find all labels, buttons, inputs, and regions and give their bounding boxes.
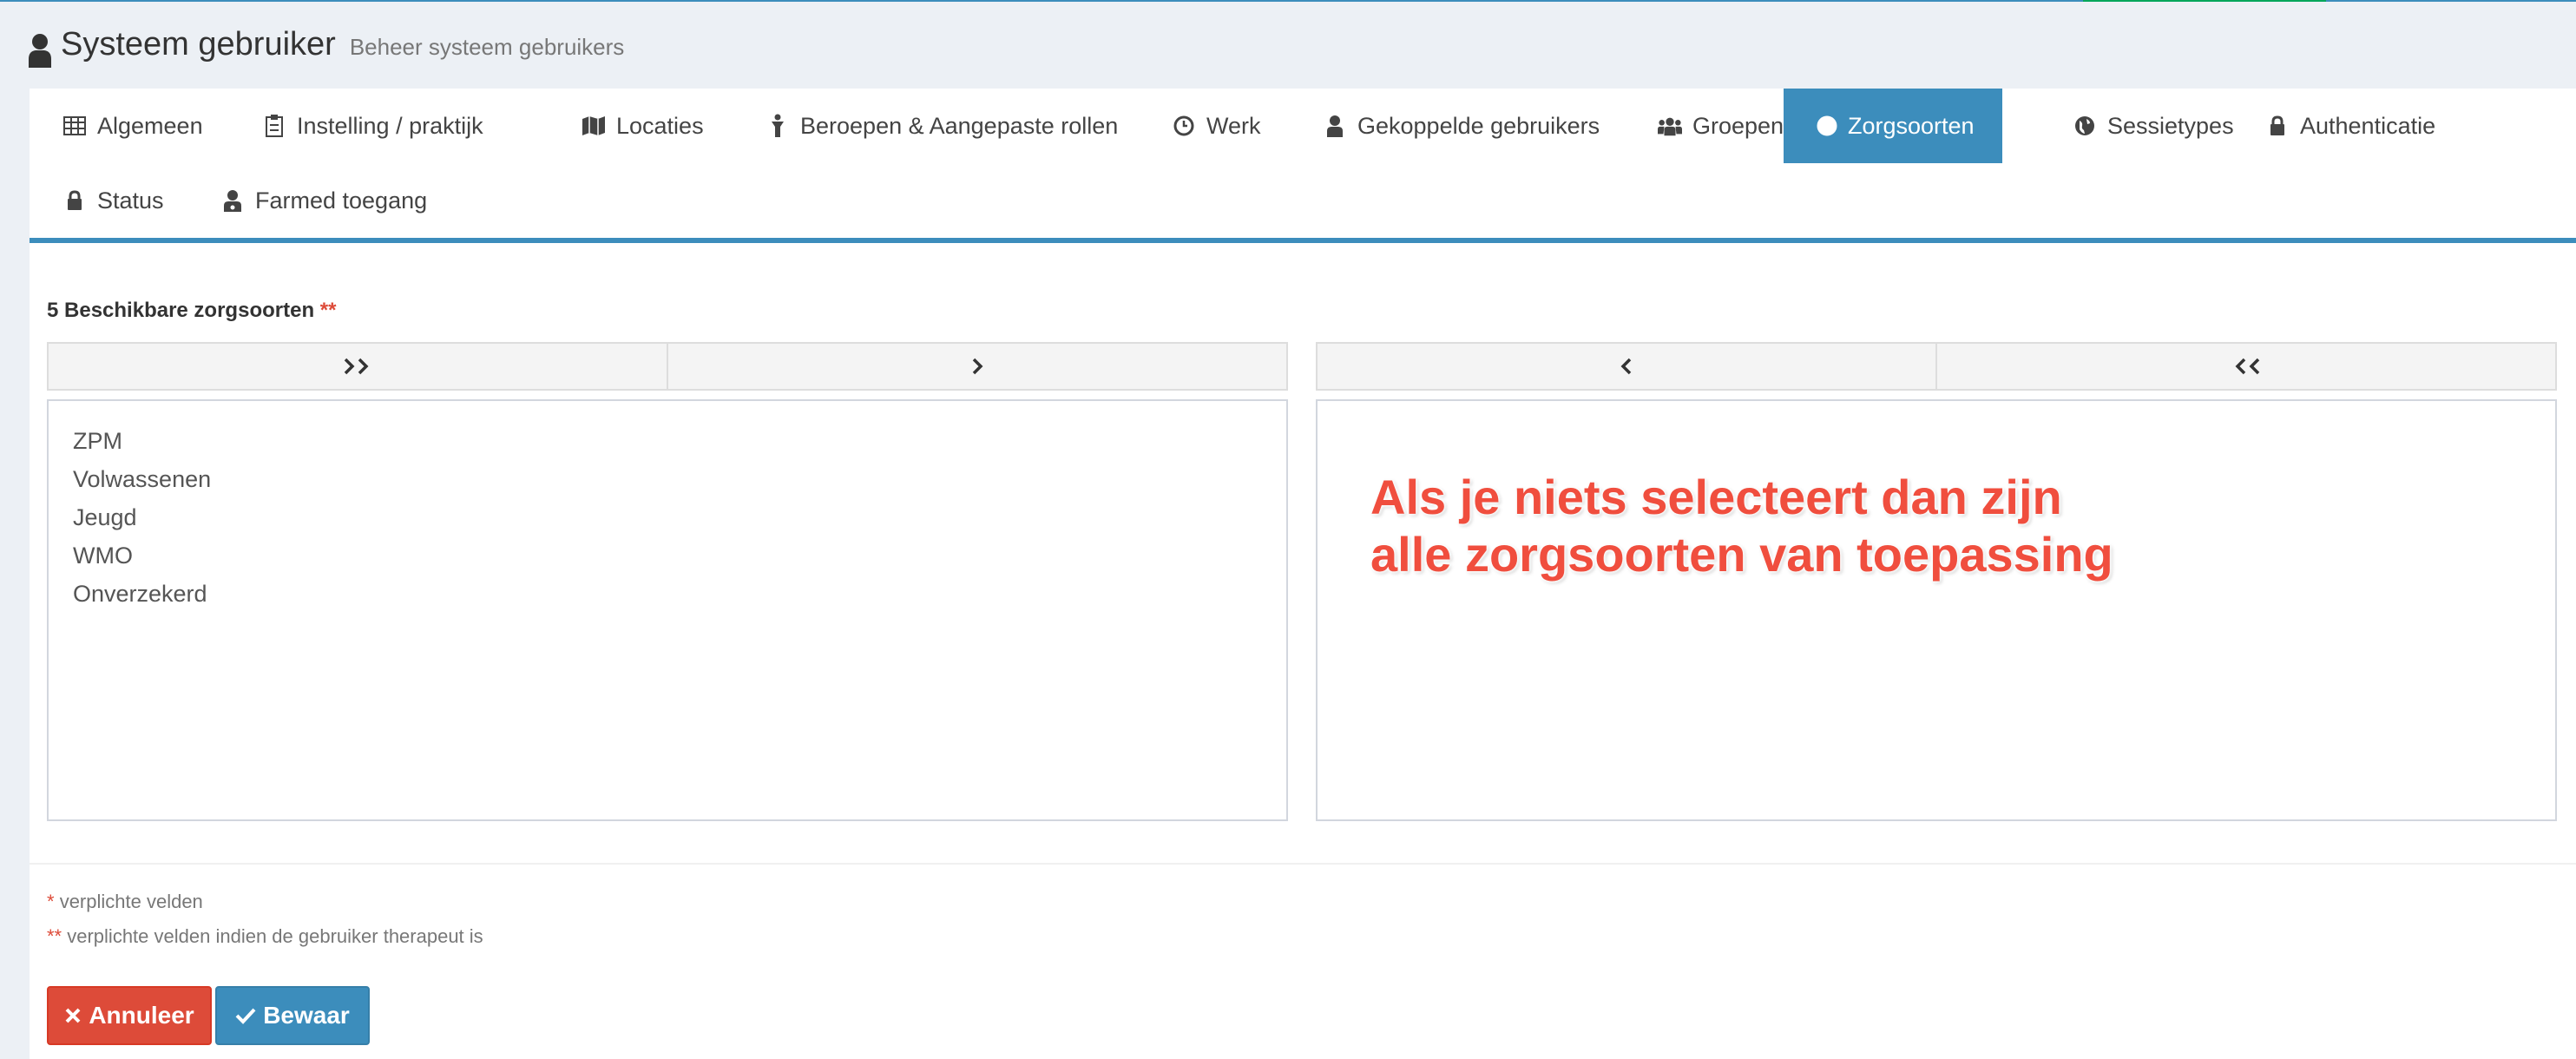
page-title: Systeem gebruiker	[61, 26, 336, 62]
list-item[interactable]: Onverzekerd	[73, 575, 1262, 613]
annotation-line-2: alle zorgsoorten van toepassing	[1370, 527, 2113, 582]
clipboard-icon	[262, 114, 286, 138]
cancel-button-label: Annuleer	[89, 1002, 194, 1029]
map-icon	[582, 114, 606, 138]
tab-status[interactable]: Status	[30, 163, 197, 238]
cancel-button[interactable]: Annuleer	[47, 986, 212, 1045]
available-list[interactable]: ZPM Volwassenen Jeugd WMO Onverzekerd	[47, 399, 1288, 821]
double-chevron-right-icon	[344, 358, 369, 375]
users-icon	[1658, 114, 1682, 138]
tab-label: Sessietypes	[2107, 112, 2234, 139]
tab-locaties[interactable]: Locaties	[549, 89, 737, 163]
tab-label: Groepen	[1692, 112, 1784, 139]
user-icon	[1323, 114, 1347, 138]
check-icon	[235, 1008, 256, 1024]
annotation-line-1: Als je niets selecteert dan zijn	[1370, 470, 2062, 524]
chevron-left-icon	[1620, 358, 1632, 375]
field-label: 5 Beschikbare zorgsoorten **	[47, 299, 336, 323]
tab-label: Farmed toegang	[255, 187, 428, 214]
tab-label: Zorgsoorten	[1848, 112, 1975, 139]
loading-accent	[2083, 0, 2326, 2]
therapist-note: ** verplichte velden indien de gebruiker…	[47, 925, 483, 948]
save-button[interactable]: Bewaar	[215, 986, 370, 1045]
move-selected-left-button[interactable]	[1316, 342, 1937, 391]
tab-label: Authenticatie	[2300, 112, 2436, 139]
list-item[interactable]: Volwassenen	[73, 460, 1262, 498]
required-note-text: verplichte velden	[59, 891, 203, 912]
tab-beroepen-rollen[interactable]: Beroepen & Aangepaste rollen	[733, 89, 1151, 163]
content-box: Algemeen Instelling / praktijk Locaties …	[30, 89, 2576, 1059]
therapist-note-text: verplichte velden indien de gebruiker th…	[67, 925, 483, 947]
tab-authenticatie[interactable]: Authenticatie	[2232, 89, 2468, 163]
save-button-label: Bewaar	[263, 1002, 350, 1029]
user-md-icon	[220, 188, 245, 213]
globe-icon	[1817, 114, 1837, 138]
tab-zorgsoorten[interactable]: Zorgsoorten	[1784, 89, 2002, 163]
page-subtitle: Beheer systeem gebruikers	[349, 34, 625, 60]
right-move-buttons	[1316, 342, 2557, 391]
person-icon	[766, 114, 790, 138]
tab-label: Instelling / praktijk	[297, 112, 483, 139]
tab-gekoppelde-gebruikers[interactable]: Gekoppelde gebruikers	[1290, 89, 1633, 163]
double-chevron-left-icon	[2235, 358, 2260, 375]
list-item[interactable]: ZPM	[73, 422, 1262, 460]
field-label-text: 5 Beschikbare zorgsoorten	[47, 299, 315, 322]
list-item[interactable]: WMO	[73, 536, 1262, 575]
divider	[30, 863, 2576, 865]
required-marker: **	[319, 299, 337, 322]
close-icon	[65, 1008, 81, 1023]
selected-list[interactable]	[1316, 399, 2557, 821]
tab-label: Algemeen	[97, 112, 203, 139]
globe-icon	[2073, 114, 2097, 138]
therapist-marker: **	[47, 925, 62, 947]
clock-icon	[1172, 114, 1196, 138]
required-note: * verplichte velden	[47, 891, 203, 913]
tab-label: Locaties	[616, 112, 704, 139]
annotation-overlay: Als je niets selecteert dan zijn alle zo…	[1370, 469, 2113, 583]
table-icon	[62, 114, 87, 138]
move-all-right-button[interactable]	[47, 342, 668, 391]
lock-icon	[2265, 114, 2290, 138]
chevron-right-icon	[972, 358, 983, 375]
left-move-buttons	[47, 342, 1288, 391]
tab-instelling-praktijk[interactable]: Instelling / praktijk	[229, 89, 516, 163]
tab-farmed-toegang[interactable]: Farmed toegang	[187, 163, 460, 238]
list-item[interactable]: Jeugd	[73, 498, 1262, 536]
tab-werk[interactable]: Werk	[1139, 89, 1294, 163]
required-marker: *	[47, 891, 55, 912]
lock-icon	[62, 188, 87, 213]
page-header: Systeem gebruiker Beheer systeem gebruik…	[28, 26, 624, 75]
tab-label: Status	[97, 187, 164, 214]
tab-label: Gekoppelde gebruikers	[1357, 112, 1600, 139]
user-icon	[29, 34, 51, 68]
tab-label: Werk	[1206, 112, 1261, 139]
move-selected-right-button[interactable]	[668, 342, 1288, 391]
tab-bar: Algemeen Instelling / praktijk Locaties …	[30, 89, 2576, 243]
tab-algemeen[interactable]: Algemeen	[30, 89, 236, 163]
tab-label: Beroepen & Aangepaste rollen	[800, 112, 1119, 139]
move-all-left-button[interactable]	[1937, 342, 2557, 391]
